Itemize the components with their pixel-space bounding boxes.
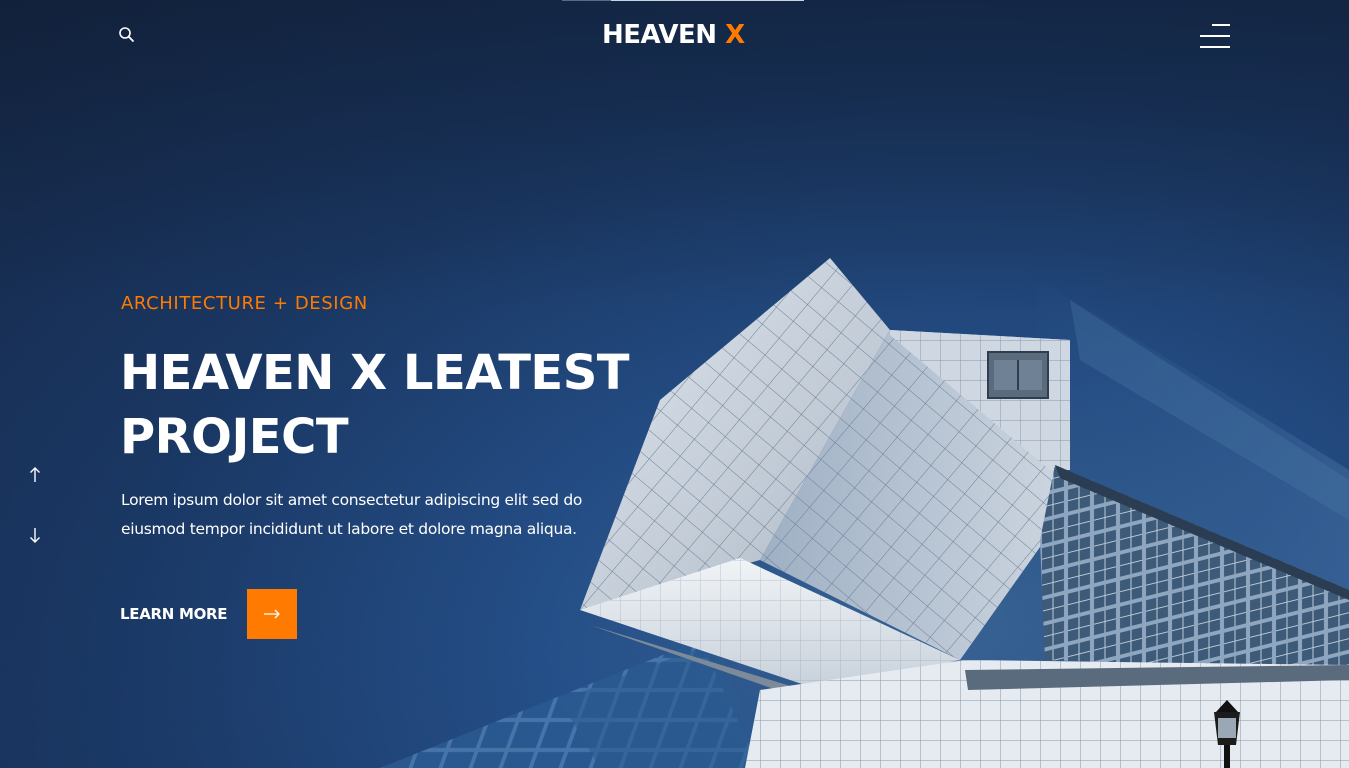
arrow-down-icon[interactable] bbox=[25, 525, 45, 545]
headline-line-1: HEAVEN X LEATEST bbox=[120, 345, 630, 401]
hero-headline: HEAVEN X LEATEST PROJECT bbox=[120, 341, 680, 469]
arrow-right-icon[interactable] bbox=[247, 589, 298, 639]
top-divider-dark bbox=[562, 0, 611, 1]
hero-description: Lorem ipsum dolor sit amet consectetur a… bbox=[121, 491, 583, 538]
learn-more-label: LEARN MORE bbox=[120, 605, 228, 623]
arrow-up-icon[interactable] bbox=[25, 465, 45, 485]
logo-main-text: HEAVEN bbox=[602, 20, 717, 50]
hero-eyebrow: ARCHITECTURE + DESIGN bbox=[121, 293, 368, 314]
hamburger-menu-icon[interactable] bbox=[1198, 24, 1230, 48]
site-logo[interactable]: HEAVEN X bbox=[602, 20, 745, 50]
learn-more-button[interactable]: LEARN MORE bbox=[120, 589, 298, 639]
logo-accent-text: X bbox=[725, 20, 745, 50]
top-divider bbox=[611, 0, 804, 1]
headline-line-2: PROJECT bbox=[120, 409, 349, 465]
search-icon[interactable] bbox=[118, 26, 136, 44]
hero-section: HEAVEN X ARCHITECTURE + DESIGN HEAVEN X … bbox=[0, 0, 1349, 768]
